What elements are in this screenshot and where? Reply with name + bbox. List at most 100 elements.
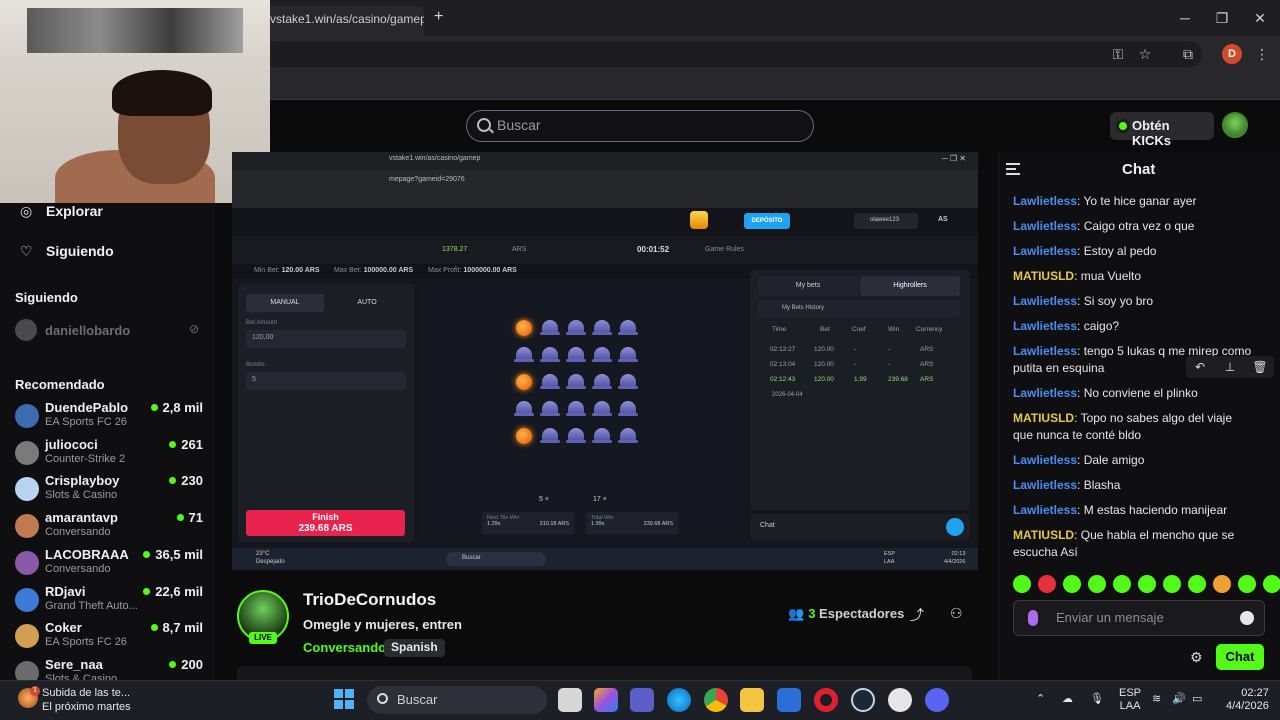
nav-following[interactable]: ♡ Siguiendo [20, 243, 114, 260]
profile-avatar[interactable]: D [1222, 44, 1242, 64]
language-tag[interactable]: Spanish [384, 639, 445, 657]
history-rows: 02:13:27 120.00 - - ARS 02:13:04 120.00 - - ARS 02… [758, 346, 960, 396]
edge-icon[interactable] [667, 688, 691, 712]
recommended-channel[interactable]: amarantavp Conversando 71 [15, 510, 203, 544]
cloud-icon[interactable]: ☁ [1062, 692, 1073, 705]
channel-name[interactable]: TrioDeCornudos [303, 590, 436, 610]
emote-icon[interactable] [1188, 575, 1206, 593]
chat-username[interactable]: Lawlietless [1013, 503, 1077, 517]
followed-channel[interactable]: daniellobardo ⊘ [15, 319, 203, 341]
chrome-icon[interactable] [704, 688, 728, 712]
follow-icon[interactable]: ⚇ [950, 605, 963, 622]
chat-message[interactable]: Lawlietless: Dale amigo [1013, 452, 1253, 469]
opera-icon[interactable] [814, 688, 838, 712]
recommended-channel[interactable]: Coker EA Sports FC 26 8,7 mil [15, 620, 203, 654]
chat-username[interactable]: Lawlietless [1013, 219, 1077, 233]
recommended-channel[interactable]: Crisplayboy Slots & Casino 230 [15, 473, 203, 507]
emote-icon[interactable] [1263, 575, 1280, 593]
emote-icon[interactable] [1138, 575, 1156, 593]
windows-start-icon[interactable] [334, 689, 354, 709]
chat-username[interactable]: Lawlietless [1013, 344, 1077, 358]
mic-icon[interactable] [1028, 610, 1038, 626]
new-tab-button[interactable]: + [434, 8, 450, 28]
extensions-icon[interactable]: ⧉ [1178, 44, 1198, 64]
taskbar-search[interactable]: Buscar [367, 686, 547, 714]
wifi-icon[interactable]: ≋ [1152, 692, 1161, 705]
chat-message[interactable]: MATIUSLD: mua Vuelto [1013, 268, 1253, 285]
chat-message[interactable]: Lawlietless: Si soy yo bro [1013, 293, 1253, 310]
copilot-icon[interactable] [594, 688, 618, 712]
emote-icon[interactable] [1113, 575, 1131, 593]
chat-username[interactable]: Lawlietless [1013, 386, 1077, 400]
chat-message[interactable]: Lawlietless: Caigo otra vez o que [1013, 218, 1253, 235]
task-view-icon[interactable] [558, 688, 582, 712]
chat-message[interactable]: Lawlietless: M estas haciendo manijear [1013, 502, 1253, 519]
store-icon[interactable] [777, 688, 801, 712]
star-icon[interactable]: ☆ [1135, 44, 1155, 64]
get-kicks-button[interactable]: Obtén KICKs [1110, 112, 1214, 148]
browser-tab[interactable]: vstake1.win/as/casino/gamep [262, 6, 424, 36]
chat-username[interactable]: MATIUSLD [1013, 411, 1074, 425]
steam-icon[interactable] [851, 688, 875, 712]
chat-username[interactable]: MATIUSLD [1013, 528, 1074, 542]
file-explorer-icon[interactable] [740, 688, 764, 712]
share-icon[interactable]: ⤴ [910, 605, 924, 625]
user-avatar[interactable] [1222, 112, 1248, 138]
chat-username[interactable]: Lawlietless [1013, 244, 1077, 258]
chat-username[interactable]: Lawlietless [1013, 453, 1077, 467]
menu-icon[interactable]: ⋮ [1252, 44, 1272, 64]
stream-player[interactable]: vstake1.win/as/casino/gamep ─ ❐ ✕ mepage… [232, 152, 978, 570]
emote-icon[interactable] [1238, 575, 1256, 593]
chat-message[interactable]: MATIUSLD: Topo no sabes algo del viaje q… [1013, 410, 1253, 444]
chat-username[interactable]: Lawlietless [1013, 478, 1077, 492]
close-window-button[interactable]: ✕ [1250, 8, 1270, 28]
address-bar[interactable] [262, 41, 1202, 67]
mic-tray-icon[interactable]: 🎙 [1090, 692, 1104, 705]
app-icon[interactable] [888, 688, 912, 712]
search-input[interactable]: Buscar [466, 110, 814, 142]
weather-widget[interactable]: Subida de las te... El próximo martes [42, 686, 131, 714]
recommended-channel[interactable]: DuendePablo EA Sports FC 26 2,8 mil [15, 400, 203, 434]
volume-icon[interactable]: 🔊 [1172, 692, 1186, 705]
chat-text: M estas haciendo manijear [1083, 503, 1228, 517]
emote-icon[interactable] [1013, 575, 1031, 593]
chat-message[interactable]: Lawlietless: caigo? [1013, 318, 1253, 335]
chat-message[interactable]: Lawlietless: Blasha [1013, 477, 1253, 494]
chat-username[interactable]: MATIUSLD [1013, 269, 1074, 283]
teams-icon[interactable] [630, 688, 654, 712]
chat-collapse-icon[interactable] [1006, 162, 1020, 176]
chat-username[interactable]: Lawlietless [1013, 294, 1077, 308]
chat-send-button[interactable]: Chat [1216, 644, 1264, 670]
emote-icon[interactable] [1038, 575, 1056, 593]
chat-username[interactable]: Lawlietless [1013, 319, 1077, 333]
recommended-channel[interactable]: juliococi Counter-Strike 2 261 [15, 437, 203, 471]
mine-tile [566, 428, 586, 443]
chat-message[interactable]: Lawlietless: Yo te hice ganar ayer [1013, 193, 1253, 210]
gear-icon[interactable]: ⚙ [1190, 650, 1204, 664]
chat-message[interactable]: Lawlietless: Estoy al pedo [1013, 243, 1253, 260]
chat-message[interactable]: Lawlietless: No conviene el plinko [1013, 385, 1253, 402]
emoji-icon[interactable] [1240, 611, 1254, 625]
maximize-button[interactable]: ❐ [1212, 8, 1232, 28]
delete-icon[interactable]: 🗑 [1252, 359, 1268, 375]
emote-icon[interactable] [1163, 575, 1181, 593]
emote-icon[interactable] [1063, 575, 1081, 593]
nav-explore[interactable]: ◎ Explorar [20, 203, 103, 220]
chat-input[interactable]: Enviar un mensaje [1013, 600, 1265, 636]
language-indicator[interactable]: ESP LAA [1119, 687, 1141, 713]
clock[interactable]: 02:27 4/4/2026 [1226, 687, 1269, 713]
chat-username[interactable]: Lawlietless [1013, 194, 1077, 208]
recommended-channel[interactable]: LACOBRAAA Conversando 36,5 mil [15, 547, 203, 581]
stream-category[interactable]: Conversando [303, 640, 386, 655]
pin-icon[interactable]: ⊥ [1222, 359, 1238, 375]
battery-icon[interactable]: ▭ [1192, 692, 1202, 705]
discord-icon[interactable] [925, 688, 949, 712]
reply-icon[interactable]: ↶ [1192, 359, 1208, 375]
recommended-channel[interactable]: RDjavi Grand Theft Auto... 22,6 mil [15, 584, 203, 618]
chat-message[interactable]: MATIUSLD: Que habla el mencho que se esc… [1013, 527, 1253, 561]
emote-icon[interactable] [1213, 575, 1231, 593]
emote-icon[interactable] [1088, 575, 1106, 593]
minimize-button[interactable]: ─ [1175, 8, 1195, 28]
tray-chevron-icon[interactable]: ⌃ [1036, 692, 1045, 705]
key-icon[interactable]: ⚿ [1108, 44, 1128, 64]
